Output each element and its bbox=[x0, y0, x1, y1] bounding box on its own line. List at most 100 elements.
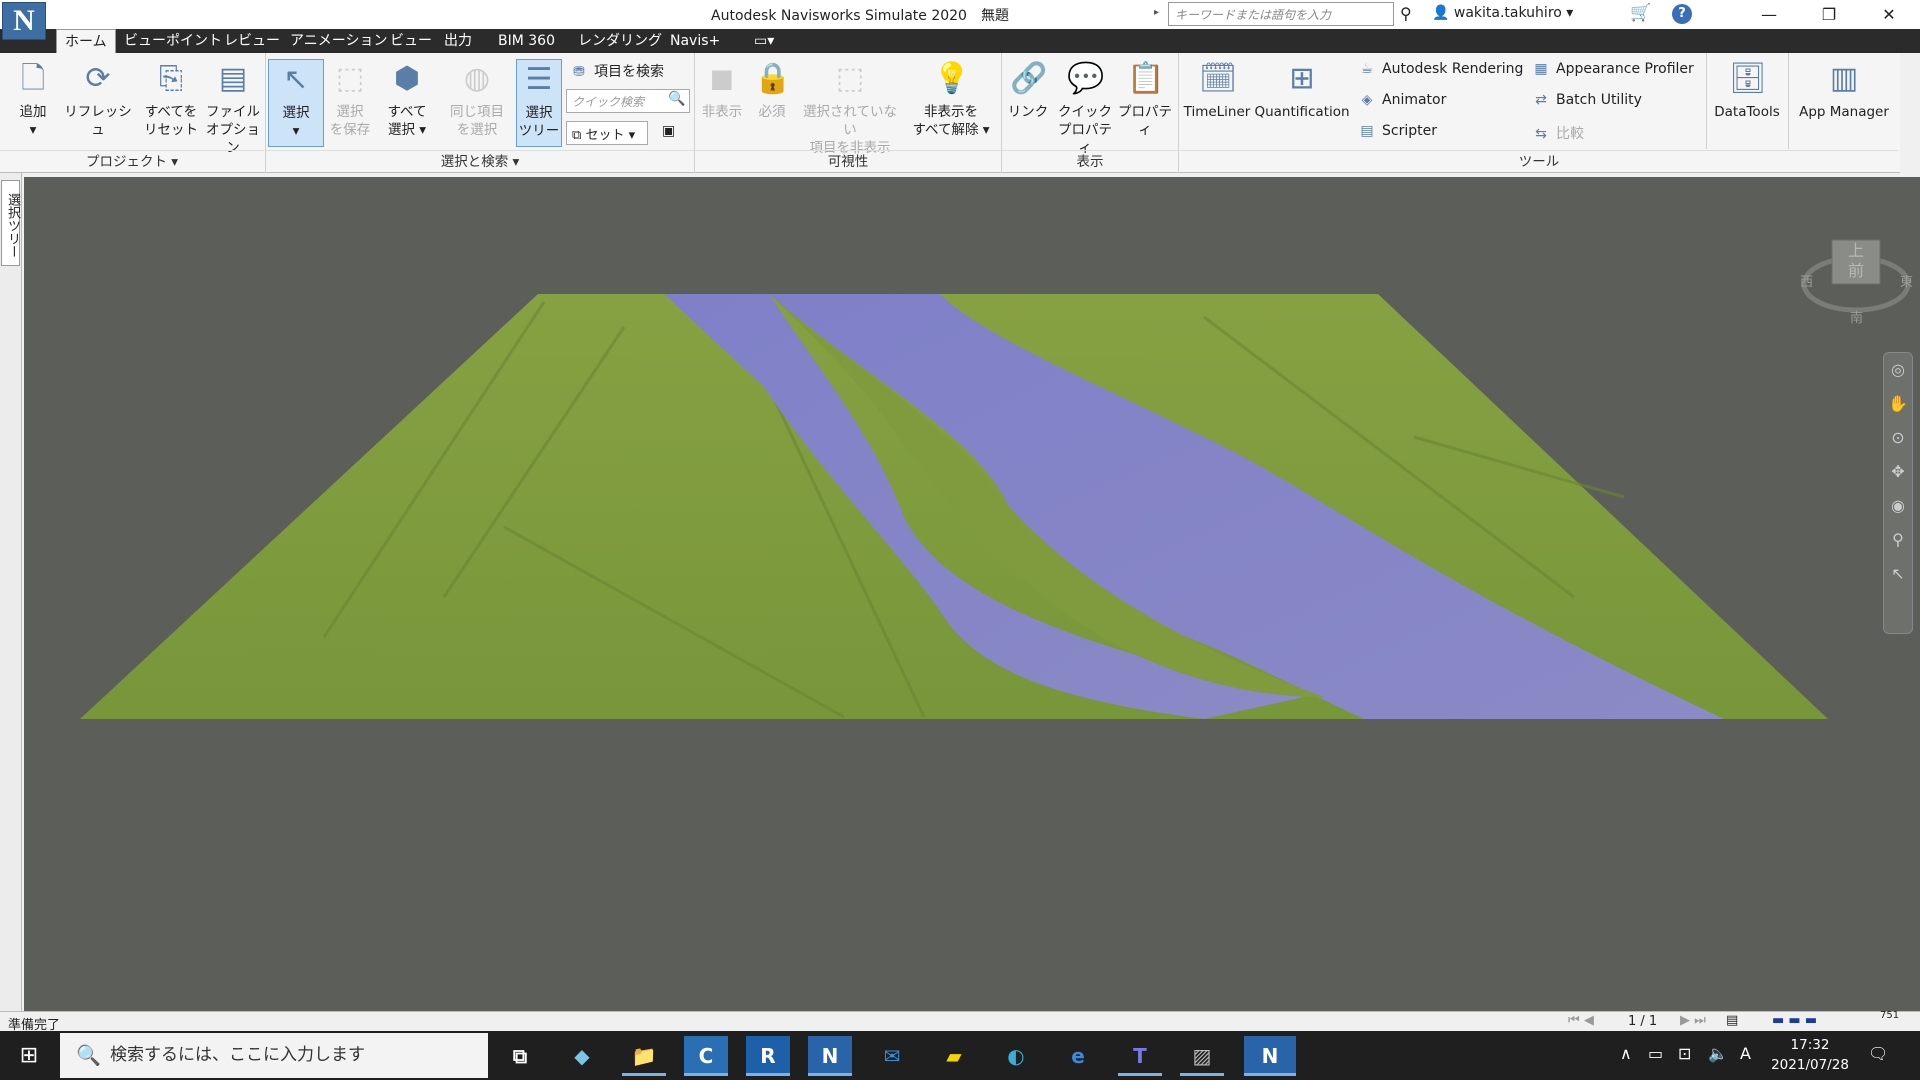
taskbar-search-box[interactable]: 🔍 検索するには、ここに入力します bbox=[60, 1033, 488, 1078]
unhide-all-button[interactable]: 💡 非表示を すべて解除 ▾ bbox=[910, 59, 992, 139]
append-button[interactable]: 🗋 追加 ▾ bbox=[8, 59, 58, 139]
hide-unselected-button[interactable]: ⬚ 選択されていない 項目を非表示 bbox=[798, 59, 902, 157]
help-icon[interactable]: ? bbox=[1672, 4, 1692, 24]
selection-tree-button[interactable]: ☰ 選択 ツリー bbox=[516, 59, 562, 147]
viewcube-top-label[interactable]: 上 bbox=[1848, 241, 1864, 260]
3d-viewport[interactable]: 上 前 西 東 南 bbox=[24, 177, 1920, 1011]
keyword-search-input[interactable]: キーワードまたは語句を入力 bbox=[1168, 2, 1394, 26]
app-3d-icon[interactable]: ◆ bbox=[560, 1036, 604, 1076]
walk-icon[interactable]: ⚲ bbox=[1884, 523, 1912, 557]
restore-button[interactable]: ❐ bbox=[1806, 2, 1852, 28]
tab-rendering[interactable]: レンダリング bbox=[570, 29, 670, 53]
windows-start-icon[interactable]: ⊞ bbox=[0, 1031, 58, 1080]
minimize-button[interactable]: — bbox=[1746, 2, 1792, 28]
save-selection-button[interactable]: ⬚ 選択 を保存 bbox=[328, 59, 372, 139]
datatools-button[interactable]: 🗄 DataTools bbox=[1712, 59, 1782, 121]
viewcube[interactable]: 上 前 西 東 南 bbox=[1796, 222, 1916, 332]
image-viewer-icon[interactable]: ▨ bbox=[1180, 1036, 1224, 1076]
revit-icon[interactable]: R bbox=[746, 1036, 790, 1076]
sheet-browser-icon[interactable]: ▤ bbox=[1726, 1013, 1738, 1028]
manage-sets-icon[interactable]: ▣ bbox=[662, 123, 675, 139]
taskbar-clock[interactable]: 17:32 2021/07/28 bbox=[1762, 1035, 1858, 1075]
file-explorer-icon[interactable]: 📁 bbox=[622, 1036, 666, 1076]
require-button[interactable]: 🔒 必須 bbox=[752, 59, 792, 121]
outlook-icon[interactable]: ✉ bbox=[870, 1036, 914, 1076]
sticky-notes-icon[interactable]: ▰ bbox=[932, 1036, 976, 1076]
group-display[interactable]: 表示 bbox=[1002, 150, 1178, 172]
camera-dropdown-icon[interactable]: ▭▾ bbox=[746, 29, 782, 53]
tab-animation[interactable]: アニメーション bbox=[282, 29, 395, 53]
edge-icon[interactable]: ◐ bbox=[994, 1036, 1038, 1076]
group-tools[interactable]: ツール bbox=[1180, 150, 1898, 172]
tab-home[interactable]: ホーム bbox=[56, 29, 116, 53]
search-expand-icon[interactable]: ▸ bbox=[1154, 7, 1159, 18]
select-button[interactable]: ↖ 選択 ▾ bbox=[268, 59, 324, 147]
reset-label-1: すべてを bbox=[144, 104, 198, 120]
pan-hand-icon[interactable]: ✋ bbox=[1884, 387, 1912, 421]
teams-icon[interactable]: T bbox=[1118, 1036, 1162, 1076]
civil3d-icon[interactable]: C bbox=[684, 1036, 728, 1076]
look-icon[interactable]: ◉ bbox=[1884, 489, 1912, 523]
first-page-icon[interactable]: ⏮ ◀ bbox=[1568, 1013, 1594, 1028]
steering-wheel-icon[interactable]: ◎ bbox=[1884, 353, 1912, 387]
timeliner-button[interactable]: 🗓 TimeLiner bbox=[1182, 59, 1252, 121]
application-menu-button[interactable]: N bbox=[2, 2, 46, 40]
links-button[interactable]: 🔗 リンク bbox=[1006, 59, 1050, 121]
hide-button[interactable]: ◼ 非表示 bbox=[698, 59, 746, 121]
sets-icon: ⧉ bbox=[572, 128, 582, 143]
group-project[interactable]: プロジェクト ▾ bbox=[0, 150, 264, 172]
viewcube-east-label[interactable]: 東 bbox=[1900, 274, 1913, 290]
viewcube-south-label[interactable]: 南 bbox=[1850, 310, 1863, 326]
network-icon[interactable]: ⊡ bbox=[1678, 1044, 1691, 1063]
viewcube-front-label[interactable]: 前 bbox=[1848, 261, 1864, 280]
hide-unselected-icon: ⬚ bbox=[835, 61, 865, 96]
tab-navisplus[interactable]: Navis+ bbox=[662, 29, 728, 53]
tab-viewpoint[interactable]: ビューポイント bbox=[116, 29, 230, 53]
batch-utility-button[interactable]: ⇄ Batch Utility bbox=[1532, 92, 1642, 108]
group-visibility[interactable]: 可視性 bbox=[695, 150, 1001, 172]
refresh-button[interactable]: ⟳ リフレッシュ bbox=[62, 59, 134, 139]
notification-icon[interactable]: 🗨 bbox=[1868, 1044, 1888, 1063]
reset-all-button[interactable]: ⎘ すべてを リセット bbox=[138, 59, 204, 139]
scripter-button[interactable]: ▤ Scripter bbox=[1358, 123, 1437, 139]
select-all-button[interactable]: ⬢ すべて 選択 ▾ bbox=[380, 59, 434, 139]
zoom-icon[interactable]: ⊙ bbox=[1884, 421, 1912, 455]
quick-find-search-icon[interactable]: 🔍 bbox=[668, 91, 685, 107]
quantification-button[interactable]: ⊞ Quantification bbox=[1254, 59, 1350, 121]
file-options-button[interactable]: ▤ ファイル オプション bbox=[206, 59, 260, 157]
compare-button[interactable]: ⇆ 比較 bbox=[1532, 123, 1584, 143]
selection-tree-tab[interactable]: 選択ツリー bbox=[1, 180, 20, 266]
tray-chevron-icon[interactable]: ∧ bbox=[1620, 1044, 1632, 1063]
appearance-profiler-icon: ▦ bbox=[1534, 61, 1548, 77]
tab-bim360[interactable]: BIM 360 bbox=[490, 29, 563, 53]
viewcube-west-label[interactable]: 西 bbox=[1800, 275, 1813, 290]
navisworks-icon[interactable]: N bbox=[808, 1036, 852, 1076]
animator-button[interactable]: ◈ Animator bbox=[1358, 92, 1447, 108]
tab-review[interactable]: レビュー bbox=[216, 29, 288, 53]
close-button[interactable]: ✕ bbox=[1866, 2, 1912, 28]
volume-icon[interactable]: 🔈 bbox=[1708, 1044, 1728, 1063]
select-same-button[interactable]: ◍ 同じ項目 を選択 bbox=[446, 59, 508, 139]
battery-icon[interactable]: ▭ bbox=[1648, 1044, 1663, 1063]
select-cursor-icon[interactable]: ↖ bbox=[1884, 557, 1912, 591]
binoculars-icon[interactable]: ⚲ bbox=[1400, 4, 1412, 23]
group-select-search[interactable]: 選択と検索 ▾ bbox=[266, 150, 694, 172]
sets-dropdown[interactable]: ⧉ セット ▾ bbox=[566, 121, 648, 145]
autodesk-rendering-button[interactable]: ☕ Autodesk Rendering bbox=[1358, 61, 1524, 77]
next-page-icon[interactable]: ▶ ⏭ bbox=[1680, 1013, 1706, 1028]
navisworks-active-icon[interactable]: N bbox=[1244, 1036, 1296, 1076]
tab-view[interactable]: ビュー bbox=[382, 29, 440, 53]
tab-output[interactable]: 出力 bbox=[436, 29, 480, 53]
orbit-icon[interactable]: ✥ bbox=[1884, 455, 1912, 489]
teapot-icon: ☕ bbox=[1360, 61, 1374, 77]
ime-indicator[interactable]: A bbox=[1740, 1044, 1751, 1063]
app-manager-button[interactable]: ▥ App Manager bbox=[1794, 59, 1894, 121]
task-view-icon[interactable]: ⧉ bbox=[498, 1036, 542, 1076]
find-items-button[interactable]: ⛃ 項目を検索 bbox=[570, 61, 664, 81]
user-account[interactable]: 👤 wakita.takuhiro ▾ bbox=[1432, 5, 1573, 21]
properties-button[interactable]: 📋 プロパティ bbox=[1116, 59, 1174, 139]
internet-explorer-icon[interactable]: e bbox=[1056, 1036, 1100, 1076]
quick-properties-button[interactable]: 💬 クイック プロパティ bbox=[1054, 59, 1116, 157]
cart-icon[interactable]: 🛒 bbox=[1630, 3, 1651, 23]
appearance-profiler-button[interactable]: ▦ Appearance Profiler bbox=[1532, 61, 1693, 77]
